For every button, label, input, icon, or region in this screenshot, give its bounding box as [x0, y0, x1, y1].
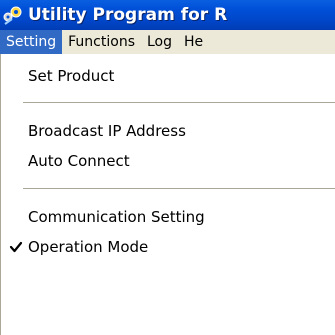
menu-item-label: Broadcast IP Address — [28, 122, 186, 140]
menu-item-communication-setting[interactable]: Communication Setting — [1, 202, 335, 232]
menu-item-operation-mode[interactable]: Operation Mode — [1, 232, 335, 262]
menu-item-label: Communication Setting — [28, 208, 205, 226]
menu-item-auto-connect[interactable]: Auto Connect — [1, 146, 335, 176]
setting-dropdown-menu: Set Product Broadcast IP Address Auto Co… — [0, 54, 335, 335]
menu-functions[interactable]: Functions — [62, 30, 141, 54]
menu-help[interactable]: He — [178, 30, 209, 54]
window-title: Utility Program for R — [28, 5, 228, 25]
menu-setting[interactable]: Setting — [0, 30, 63, 54]
menu-item-label: Operation Mode — [28, 238, 149, 256]
menu-item-broadcast-ip-address[interactable]: Broadcast IP Address — [1, 116, 335, 146]
menu-item-label: Set Product — [28, 67, 115, 85]
menu-item-set-product[interactable]: Set Product — [1, 61, 335, 91]
checkmark-icon — [9, 241, 23, 253]
menu-log[interactable]: Log — [141, 30, 178, 54]
menu-separator — [23, 188, 335, 189]
menu-separator — [23, 102, 335, 103]
app-icon — [3, 6, 22, 25]
menu-bar: Setting Functions Log He — [0, 30, 335, 54]
menu-item-label: Auto Connect — [28, 152, 130, 170]
title-bar[interactable]: Utility Program for R — [0, 0, 335, 30]
